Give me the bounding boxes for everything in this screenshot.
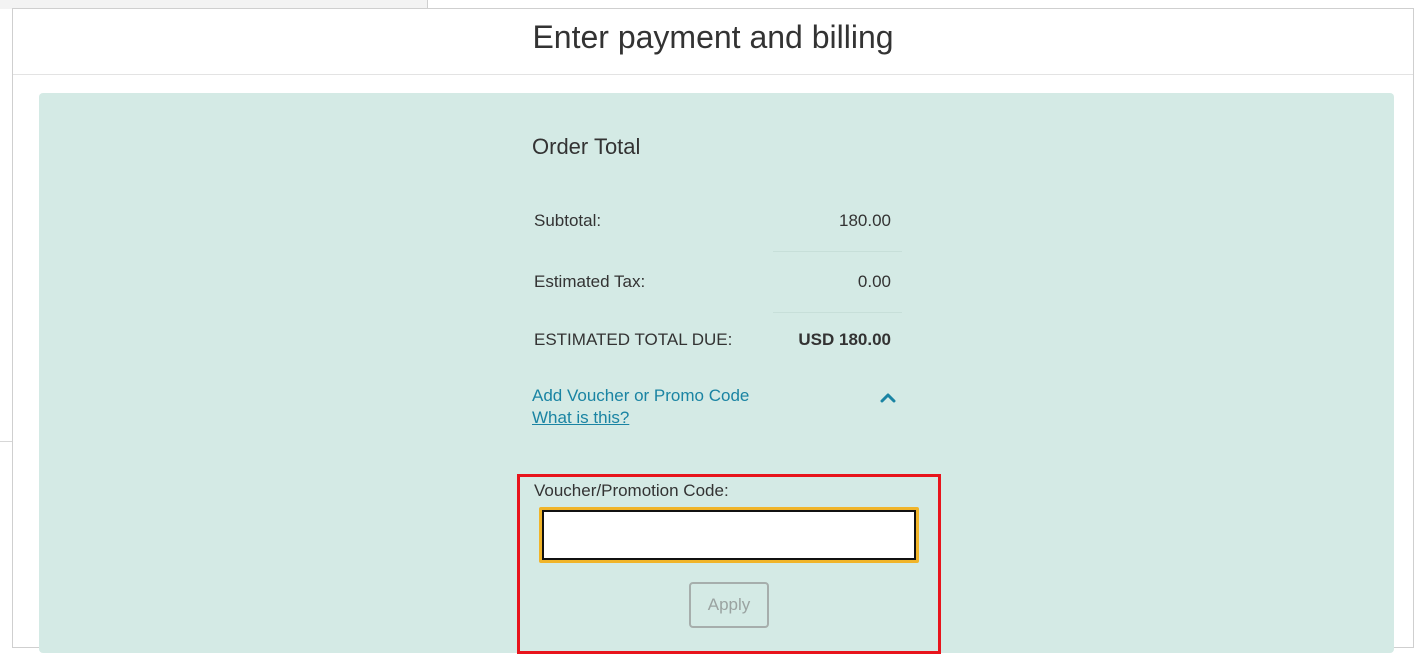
voucher-code-input[interactable] xyxy=(542,510,916,560)
dialog-header: Enter payment and billing xyxy=(13,9,1413,75)
subtotal-row: Subtotal: 180.00 xyxy=(532,192,902,252)
add-voucher-link[interactable]: Add Voucher or Promo Code xyxy=(532,385,749,406)
payment-dialog: Enter payment and billing Order Total Su… xyxy=(12,8,1414,654)
estimated-total-value: USD 180.00 xyxy=(798,330,891,349)
row-divider xyxy=(773,251,902,252)
subtotal-value: 180.00 xyxy=(839,211,891,230)
estimated-tax-value: 0.00 xyxy=(857,272,891,291)
voucher-code-label: Voucher/Promotion Code: xyxy=(534,481,729,500)
order-total-heading: Order Total xyxy=(532,134,641,159)
subtotal-label: Subtotal: xyxy=(534,211,602,230)
voucher-form-highlight: Voucher/Promotion Code: Apply xyxy=(517,474,941,654)
estimated-tax-row: Estimated Tax: 0.00 xyxy=(532,253,902,313)
estimated-total-label: ESTIMATED TOTAL DUE: xyxy=(534,330,733,349)
estimated-tax-label: Estimated Tax: xyxy=(534,272,646,291)
chevron-up-icon[interactable] xyxy=(879,391,897,403)
order-panel: Order Total Subtotal: 180.00 Estimated T… xyxy=(39,93,1394,654)
what-is-this-link[interactable]: What is this? xyxy=(532,407,629,428)
estimated-total-row: ESTIMATED TOTAL DUE: USD 180.00 xyxy=(532,311,902,371)
apply-button[interactable]: Apply xyxy=(689,582,769,628)
page-title: Enter payment and billing xyxy=(532,19,894,55)
voucher-input-focus-ring xyxy=(539,507,919,563)
